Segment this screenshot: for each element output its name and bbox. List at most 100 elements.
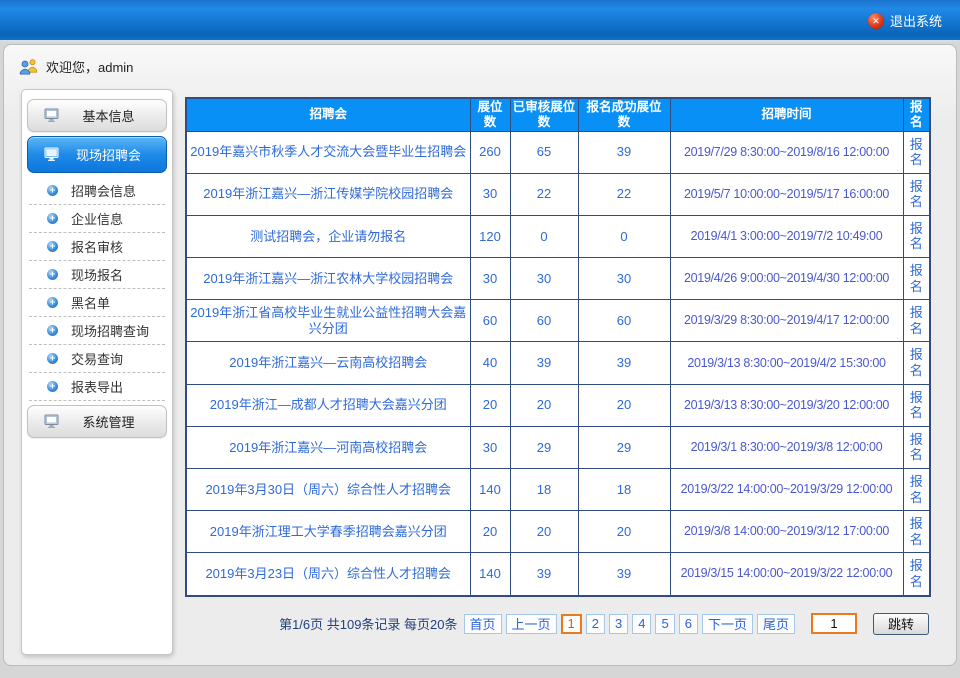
plus-icon [47, 353, 58, 364]
recruit-time-cell: 2019/3/22 14:00:00~2019/3/29 12:00:00 [670, 469, 903, 511]
jobfair-title-link[interactable]: 测试招聘会，企业请勿报名 [186, 215, 470, 257]
sidebar-group-basic-info[interactable]: 基本信息 [27, 99, 167, 132]
col-header-booth-count: 展位数 [470, 98, 510, 131]
col-header-approved-count: 已审核展位数 [510, 98, 578, 131]
table-row: 2019年浙江嘉兴—浙江传媒学院校园招聘会3022222019/5/7 10:0… [186, 173, 930, 215]
success-count-cell: 29 [578, 426, 670, 468]
booth-count-cell: 120 [470, 215, 510, 257]
signup-link[interactable]: 报名 [903, 258, 930, 300]
recruit-time-cell: 2019/7/29 8:30:00~2019/8/16 12:00:00 [670, 131, 903, 173]
sidebar-item[interactable]: 招聘会信息 [29, 177, 165, 205]
jobfair-title-link[interactable]: 2019年浙江省高校毕业生就业公益性招聘大会嘉兴分团 [186, 300, 470, 342]
jump-button[interactable]: 跳转 [873, 613, 929, 635]
last-page-link[interactable]: 尾页 [757, 614, 795, 634]
success-count-cell: 18 [578, 469, 670, 511]
users-icon [19, 58, 39, 75]
sidebar-group-system-mgmt[interactable]: 系统管理 [27, 405, 167, 438]
approved-count-cell: 20 [510, 511, 578, 553]
page-number-link[interactable]: 5 [655, 614, 674, 634]
sidebar-group-label: 系统管理 [61, 412, 156, 431]
success-count-cell: 39 [578, 342, 670, 384]
table-row: 2019年3月30日（周六）综合性人才招聘会14018182019/3/22 1… [186, 469, 930, 511]
success-count-cell: 22 [578, 173, 670, 215]
recruit-time-cell: 2019/4/26 9:00:00~2019/4/30 12:00:00 [670, 258, 903, 300]
jobfair-title-link[interactable]: 2019年3月30日（周六）综合性人才招聘会 [186, 469, 470, 511]
signup-link[interactable]: 报名 [903, 131, 930, 173]
signup-link[interactable]: 报名 [903, 553, 930, 596]
signup-link[interactable]: 报名 [903, 384, 930, 426]
approved-count-cell: 60 [510, 300, 578, 342]
sidebar-group-onsite-jobfair[interactable]: 现场招聘会 [27, 136, 167, 173]
signup-link[interactable]: 报名 [903, 469, 930, 511]
booth-count-cell: 30 [470, 258, 510, 300]
approved-count-cell: 0 [510, 215, 578, 257]
sidebar-item[interactable]: 报名审核 [29, 233, 165, 261]
welcome-text: 欢迎您，admin [46, 57, 133, 76]
success-count-cell: 20 [578, 384, 670, 426]
jobfair-title-link[interactable]: 2019年3月23日（周六）综合性人才招聘会 [186, 553, 470, 596]
plus-icon [47, 213, 58, 224]
page-number-link[interactable]: 2 [586, 614, 605, 634]
sidebar: 基本信息 现场招聘会 招聘会信息企业信息报名审核现场报名黑名单现场招聘查询交易查… [21, 89, 173, 655]
pagination: 第1/6页 共109条记录 每页20条 首页 上一页 1 23456 下一页 尾… [185, 613, 929, 635]
close-icon: ✕ [868, 13, 884, 29]
page-number-link[interactable]: 3 [609, 614, 628, 634]
logout-button[interactable]: ✕ 退出系统 [868, 11, 942, 30]
plus-icon [47, 269, 58, 280]
sidebar-item[interactable]: 企业信息 [29, 205, 165, 233]
first-page-link[interactable]: 首页 [464, 614, 502, 634]
booth-count-cell: 40 [470, 342, 510, 384]
success-count-cell: 20 [578, 511, 670, 553]
col-header-jobfair: 招聘会 [186, 98, 470, 131]
approved-count-cell: 18 [510, 469, 578, 511]
welcome-bar: 欢迎您，admin [19, 57, 133, 76]
success-count-cell: 60 [578, 300, 670, 342]
jobfair-title-link[interactable]: 2019年浙江—成都人才招聘大会嘉兴分团 [186, 384, 470, 426]
success-count-cell: 0 [578, 215, 670, 257]
jobfair-title-link[interactable]: 2019年浙江嘉兴—河南高校招聘会 [186, 426, 470, 468]
sidebar-group-label: 基本信息 [61, 106, 156, 125]
jobfair-title-link[interactable]: 2019年浙江理工大学春季招聘会嘉兴分团 [186, 511, 470, 553]
sidebar-item[interactable]: 现场招聘查询 [29, 317, 165, 345]
signup-link[interactable]: 报名 [903, 342, 930, 384]
recruit-time-cell: 2019/3/29 8:30:00~2019/4/17 12:00:00 [670, 300, 903, 342]
sidebar-item[interactable]: 报表导出 [29, 373, 165, 401]
jobfair-title-link[interactable]: 2019年浙江嘉兴—浙江农林大学校园招聘会 [186, 258, 470, 300]
sidebar-item[interactable]: 现场报名 [29, 261, 165, 289]
recruit-time-cell: 2019/3/15 14:00:00~2019/3/22 12:00:00 [670, 553, 903, 596]
current-page[interactable]: 1 [561, 614, 582, 634]
recruit-time-cell: 2019/3/13 8:30:00~2019/3/20 12:00:00 [670, 384, 903, 426]
next-page-link[interactable]: 下一页 [702, 614, 753, 634]
jobfair-title-link[interactable]: 2019年嘉兴市秋季人才交流大会暨毕业生招聘会 [186, 131, 470, 173]
prev-page-link[interactable]: 上一页 [506, 614, 557, 634]
monitor-icon [44, 414, 61, 429]
table-row: 2019年3月23日（周六）综合性人才招聘会14039392019/3/15 1… [186, 553, 930, 596]
signup-link[interactable]: 报名 [903, 300, 930, 342]
page-number-link[interactable]: 6 [679, 614, 698, 634]
jump-page-input[interactable] [811, 613, 857, 634]
jobfair-title-link[interactable]: 2019年浙江嘉兴—云南高校招聘会 [186, 342, 470, 384]
content-panel: 欢迎您，admin 基本信息 [3, 44, 957, 666]
jobfair-title-link[interactable]: 2019年浙江嘉兴—浙江传媒学院校园招聘会 [186, 173, 470, 215]
booth-count-cell: 140 [470, 469, 510, 511]
col-header-recruit-time: 招聘时间 [670, 98, 903, 131]
topbar: ✕ 退出系统 [0, 0, 960, 42]
signup-link[interactable]: 报名 [903, 511, 930, 553]
sidebar-item[interactable]: 交易查询 [29, 345, 165, 373]
approved-count-cell: 39 [510, 553, 578, 596]
signup-link[interactable]: 报名 [903, 426, 930, 468]
signup-link[interactable]: 报名 [903, 215, 930, 257]
booth-count-cell: 260 [470, 131, 510, 173]
signup-link[interactable]: 报名 [903, 173, 930, 215]
col-header-success-count: 报名成功展位数 [578, 98, 670, 131]
success-count-cell: 39 [578, 131, 670, 173]
sidebar-item[interactable]: 黑名单 [29, 289, 165, 317]
booth-count-cell: 20 [470, 384, 510, 426]
recruit-time-cell: 2019/5/7 10:00:00~2019/5/17 16:00:00 [670, 173, 903, 215]
sidebar-group-label: 现场招聘会 [61, 145, 156, 164]
page-number-link[interactable]: 4 [632, 614, 651, 634]
sidebar-item-label: 招聘会信息 [71, 181, 136, 200]
booth-count-cell: 30 [470, 426, 510, 468]
sidebar-item-label: 交易查询 [71, 349, 123, 368]
plus-icon [47, 381, 58, 392]
